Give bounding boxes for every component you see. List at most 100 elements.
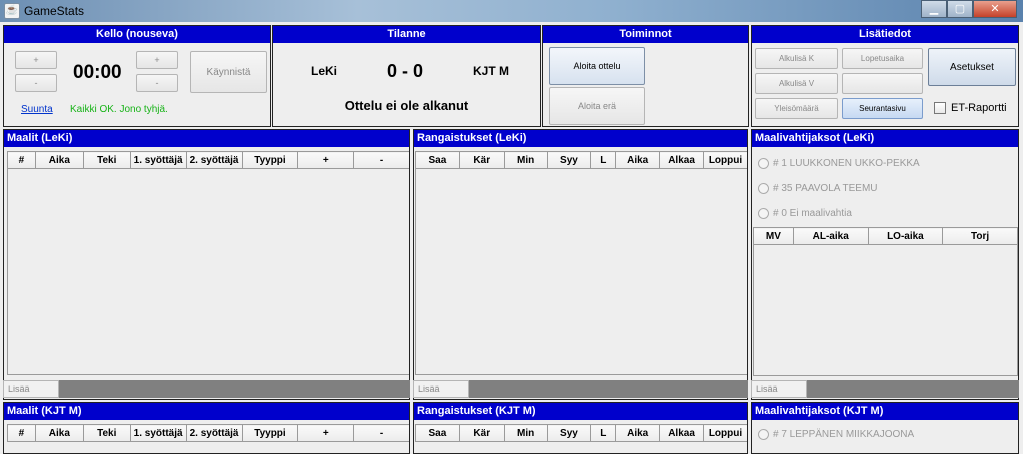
goals-away-header: Maalit (KJT M) (4, 403, 409, 420)
column-header[interactable]: Torj (942, 227, 1018, 245)
column-header[interactable]: Tyyppi (241, 424, 299, 442)
column-header[interactable]: Teki (82, 424, 131, 442)
goalie-option[interactable]: # 7 LEPPÄNEN MIIKKAJOONA (758, 429, 914, 440)
column-header[interactable]: AL-aika (792, 227, 869, 245)
column-header[interactable]: L (590, 424, 617, 442)
goalie-name: # 7 LEPPÄNEN MIIKKAJOONA (773, 429, 915, 440)
goals-home-list[interactable] (7, 169, 409, 375)
penalties-home-list[interactable] (415, 169, 747, 375)
clock-time: 00:00 (73, 62, 122, 83)
column-header[interactable]: Teki (82, 151, 131, 169)
column-header[interactable]: Min (503, 424, 548, 442)
goals-away-table: # Aika Teki 1. syöttäjä 2. syöttäjä Tyyp… (7, 424, 409, 442)
radio-button[interactable] (758, 183, 769, 194)
column-header[interactable]: 2. syöttäjä (185, 424, 243, 442)
column-header[interactable]: Kär (458, 151, 505, 169)
start-time-v-button[interactable]: Alkulisä V (755, 73, 838, 94)
follow-page-button[interactable]: Seurantasivu (842, 98, 923, 119)
match-score: 0 - 0 (387, 61, 424, 81)
start-time-k-button[interactable]: Alkulisä K (755, 48, 838, 69)
settings-button[interactable]: Asetukset (928, 48, 1016, 86)
goalie-name: # 1 LUUKKONEN UKKO-PEKKA (773, 158, 920, 169)
column-header[interactable]: Aika (615, 151, 661, 169)
seconds-minus-button[interactable]: - (136, 74, 178, 92)
column-header[interactable]: # (7, 424, 36, 442)
situation-header: Tilanne (273, 26, 540, 43)
close-icon[interactable]: ✕ (973, 0, 1017, 18)
window-controls: ▁ ▢ ✕ (921, 0, 1017, 18)
table-header-row: # Aika Teki 1. syöttäjä 2. syöttäjä Tyyp… (7, 424, 409, 442)
penalties-home-add-button[interactable]: Lisää (413, 380, 469, 398)
column-header[interactable]: Aika (34, 424, 84, 442)
column-header[interactable]: Min (503, 151, 548, 169)
radio-button[interactable] (758, 429, 769, 440)
column-header[interactable]: 1. syöttäjä (129, 151, 187, 169)
column-header[interactable]: + (297, 424, 355, 442)
goalie-option[interactable]: # 1 LUUKKONEN UKKO-PEKKA (758, 158, 920, 169)
column-header[interactable]: Saa (415, 424, 460, 442)
column-header[interactable]: + (297, 151, 355, 169)
column-header[interactable]: Aika (34, 151, 84, 169)
situation-panel: Tilanne LeKi 0 - 0 KJT M Ottelu ei ole a… (272, 25, 541, 127)
et-report-checkbox[interactable] (934, 102, 946, 114)
table-header-row: # Aika Teki 1. syöttäjä 2. syöttäjä Tyyp… (7, 151, 409, 169)
extra-info-header: Lisätiedot (752, 26, 1018, 43)
column-header[interactable]: Saa (415, 151, 460, 169)
end-time-button[interactable]: Lopetusaika (842, 48, 923, 69)
column-header[interactable]: 2. syöttäjä (185, 151, 243, 169)
minutes-plus-button[interactable]: + (15, 51, 57, 69)
goalie-home-list[interactable] (753, 245, 1018, 376)
column-header[interactable]: Syy (546, 151, 592, 169)
column-header[interactable]: LO-aika (867, 227, 944, 245)
column-header[interactable]: Loppui (703, 424, 747, 442)
et-report-toggle[interactable]: ET-Raportti (934, 102, 1007, 114)
column-header[interactable]: 1. syöttäjä (129, 424, 187, 442)
table-header-row: Saa Kär Min Syy L Aika Alkaa Loppui (415, 424, 747, 442)
goalie-name: # 0 Ei maalivahtia (773, 208, 852, 219)
radio-button[interactable] (758, 208, 769, 219)
penalties-away-header: Rangaistukset (KJT M) (414, 403, 747, 420)
start-clock-button[interactable]: Käynnistä (190, 51, 267, 93)
window-title: GameStats (24, 4, 85, 18)
penalties-home-footer: Lisää (413, 380, 748, 398)
direction-link[interactable]: Suunta (21, 104, 53, 115)
column-header[interactable]: L (590, 151, 617, 169)
seconds-plus-button[interactable]: + (136, 51, 178, 69)
column-header[interactable]: Tyyppi (241, 151, 299, 169)
column-header[interactable]: Aika (615, 424, 661, 442)
start-match-button[interactable]: Aloita ottelu (549, 47, 645, 85)
column-header[interactable]: - (353, 424, 409, 442)
column-header[interactable]: - (353, 151, 409, 169)
maximize-icon[interactable]: ▢ (947, 0, 973, 18)
actions-panel: Toiminnot Aloita ottelu Aloita erä (542, 25, 749, 127)
penalties-home-header: Rangaistukset (LeKi) (414, 130, 747, 147)
minimize-icon[interactable]: ▁ (921, 0, 947, 18)
goals-home-footer: Lisää (3, 380, 410, 398)
column-header[interactable]: MV (753, 227, 794, 245)
app-window: Kello (nouseva) + - 00:00 + - Käynnistä … (0, 22, 1023, 454)
goals-home-header: Maalit (LeKi) (4, 130, 409, 147)
column-header[interactable]: Syy (546, 424, 592, 442)
column-header[interactable]: Kär (458, 424, 505, 442)
goalie-name: # 35 PAAVOLA TEEMU (773, 183, 878, 194)
goalie-home-table: MV AL-aika LO-aika Torj (753, 227, 1018, 245)
start-period-button[interactable]: Aloita erä (549, 87, 645, 125)
column-header[interactable]: # (7, 151, 36, 169)
clock-header: Kello (nouseva) (4, 26, 270, 43)
goalie-home-add-button[interactable]: Lisää (751, 380, 807, 398)
penalties-home-table: Saa Kär Min Syy L Aika Alkaa Loppui (415, 151, 747, 169)
goals-home-panel: Maalit (LeKi) # Aika Teki 1. syöttäjä 2.… (3, 129, 410, 400)
goalie-option[interactable]: # 0 Ei maalivahtia (758, 208, 852, 219)
penalties-away-panel: Rangaistukset (KJT M) Saa Kär Min Syy L … (413, 402, 748, 454)
minutes-minus-button[interactable]: - (15, 74, 57, 92)
column-header[interactable]: Alkaa (659, 151, 704, 169)
column-header[interactable]: Alkaa (659, 424, 704, 442)
audience-button[interactable]: Yleisömäärä (755, 98, 838, 119)
goals-home-add-button[interactable]: Lisää (3, 380, 59, 398)
end-time-empty-field[interactable] (842, 73, 923, 94)
goalie-option[interactable]: # 35 PAAVOLA TEEMU (758, 183, 878, 194)
radio-button[interactable] (758, 158, 769, 169)
column-header[interactable]: Loppui (703, 151, 747, 169)
et-report-label: ET-Raportti (951, 102, 1007, 114)
queue-status: Kaikki OK. Jono tyhjä. (70, 104, 168, 115)
